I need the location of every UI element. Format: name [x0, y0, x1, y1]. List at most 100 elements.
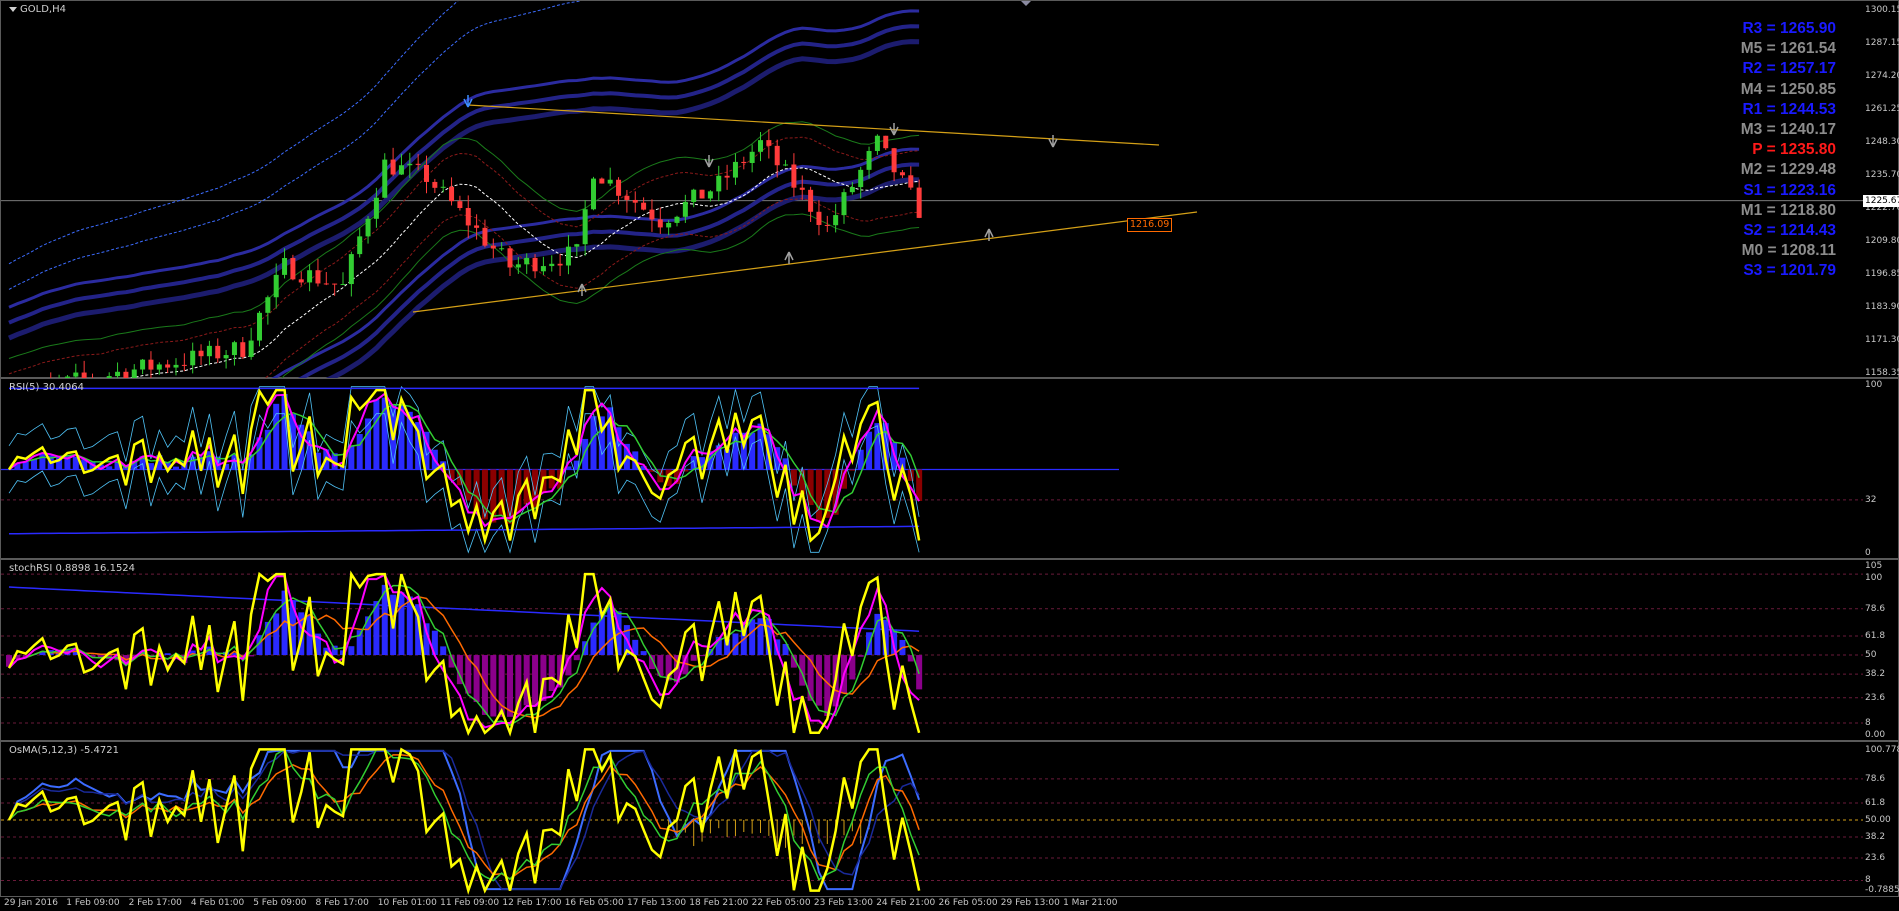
candle-body	[182, 365, 187, 366]
candle-body	[783, 164, 788, 165]
time-axis-label: 1 Feb 09:00	[66, 898, 119, 908]
candle-body	[324, 283, 329, 284]
candle-body	[583, 209, 588, 244]
collapse-triangle-icon[interactable]	[9, 7, 17, 12]
rsi-histogram-bar	[31, 459, 37, 469]
candle-body	[224, 355, 229, 358]
axis-tick-label: 50	[1865, 650, 1876, 660]
candle-body	[466, 208, 471, 225]
candle-body	[641, 203, 646, 210]
candle-body	[157, 364, 162, 369]
candle-body	[391, 160, 396, 175]
axis-tick-label: 32	[1865, 495, 1876, 505]
candle-body	[900, 172, 905, 175]
osma-svg	[1, 742, 1899, 898]
candle-body	[599, 179, 604, 184]
candle-body	[766, 140, 771, 146]
candle-body	[633, 200, 638, 203]
ribbon-band	[9, 11, 919, 307]
pivot-level: M1 = 1218.80	[1741, 201, 1836, 221]
stochrsi-histogram-bar	[398, 592, 404, 655]
axis-tick-label: 38.2	[1865, 832, 1885, 842]
candle-body	[215, 346, 220, 358]
candle-body	[825, 225, 830, 226]
fractal-up-arrow-icon	[785, 252, 793, 264]
candle-body	[207, 346, 212, 356]
candle-body	[190, 351, 195, 366]
candle-body	[558, 264, 563, 266]
axis-tick-label: 23.6	[1865, 693, 1885, 703]
fractal-down-arrow-icon	[890, 123, 898, 135]
candle-body	[274, 275, 279, 297]
candle-body	[407, 164, 412, 165]
rsi-pane[interactable]: RSI(5) 30.4064 100320	[0, 378, 1899, 559]
time-axis-label: 26 Feb 05:00	[939, 898, 998, 908]
rsi-histogram-bar	[173, 467, 179, 470]
candle-body	[775, 146, 780, 165]
candle-body	[249, 341, 254, 357]
stochrsi-histogram-bar	[165, 653, 171, 655]
stochrsi-svg	[1, 560, 1899, 742]
rsi-histogram-bar	[874, 423, 880, 469]
price-chart-pane[interactable]: GOLD,H4 1216.09 R3 = 1265.90M5 = 1261.54…	[0, 0, 1899, 378]
candle-body	[725, 176, 730, 178]
axis-tick-label: 1171.30	[1865, 335, 1899, 345]
candle-body	[733, 162, 738, 178]
candle-body	[357, 236, 362, 254]
candle-body	[691, 190, 696, 202]
candle-body	[624, 196, 629, 200]
axis-tick-label: 8	[1865, 718, 1871, 728]
time-axis-label: 16 Feb 05:00	[565, 898, 624, 908]
stochrsi-histogram-bar	[641, 651, 647, 655]
pivot-level: M0 = 1208.11	[1741, 241, 1836, 261]
rsi-histogram-bar	[849, 470, 855, 471]
candle-body	[516, 264, 521, 267]
axis-tick-label: -0.7885	[1865, 885, 1899, 895]
stochrsi-histogram-bar	[248, 655, 254, 656]
candle-body	[608, 180, 613, 184]
time-axis-label: 4 Feb 01:00	[191, 898, 244, 908]
rsi-histogram-bar	[691, 456, 697, 469]
candle-body	[842, 192, 847, 215]
axis-tick-label: 1196.85	[1865, 269, 1899, 279]
axis-tick-label: 78.6	[1865, 774, 1885, 784]
chart-title: GOLD,H4	[9, 4, 66, 15]
candle-body	[675, 217, 680, 223]
axis-tick-label: 8	[1865, 875, 1871, 885]
candle-body	[833, 215, 838, 225]
candle-body	[374, 198, 379, 219]
rsi-svg	[1, 379, 1899, 560]
pivot-level: S2 = 1214.43	[1741, 221, 1836, 241]
candle-body	[566, 247, 571, 266]
axis-tick-label: 1158.35	[1865, 368, 1899, 378]
candle-body	[858, 170, 863, 187]
pivot-level: S1 = 1223.16	[1741, 181, 1836, 201]
axis-tick-label: 1287.15	[1865, 38, 1899, 48]
candle-body	[549, 264, 554, 266]
candle-body	[199, 351, 204, 356]
rsi-histogram-bar	[682, 470, 688, 472]
rsi-histogram-bar	[465, 470, 471, 501]
axis-tick-label: 0.00	[1865, 730, 1885, 740]
stochrsi-pane[interactable]: stochRSI 0.8898 16.1524 10510078.661.850…	[0, 559, 1899, 741]
candle-body	[140, 360, 145, 370]
axis-tick-label: 100	[1865, 380, 1882, 390]
osma-pane[interactable]: OsMA(5,12,3) -5.4721 100.77878.661.850.0…	[0, 741, 1899, 897]
time-axis-label: 18 Feb 21:00	[689, 898, 748, 908]
candle-body	[808, 190, 813, 212]
candle-body	[741, 162, 746, 163]
axis-tick-label: 105	[1865, 561, 1882, 571]
candle-body	[708, 191, 713, 198]
candle-body	[232, 342, 237, 355]
channel-upper	[9, 1, 919, 289]
candle-body	[533, 258, 538, 271]
candle-body	[424, 165, 429, 182]
candle-body	[883, 136, 888, 148]
axis-tick-label: 1183.90	[1865, 302, 1899, 312]
time-axis-label: 22 Feb 05:00	[752, 898, 811, 908]
stochrsi-histogram-bar	[816, 655, 822, 706]
candle-body	[591, 179, 596, 210]
candle-body	[282, 258, 287, 275]
stochrsi-histogram-bar	[808, 655, 814, 701]
time-axis-label: 17 Feb 13:00	[627, 898, 686, 908]
